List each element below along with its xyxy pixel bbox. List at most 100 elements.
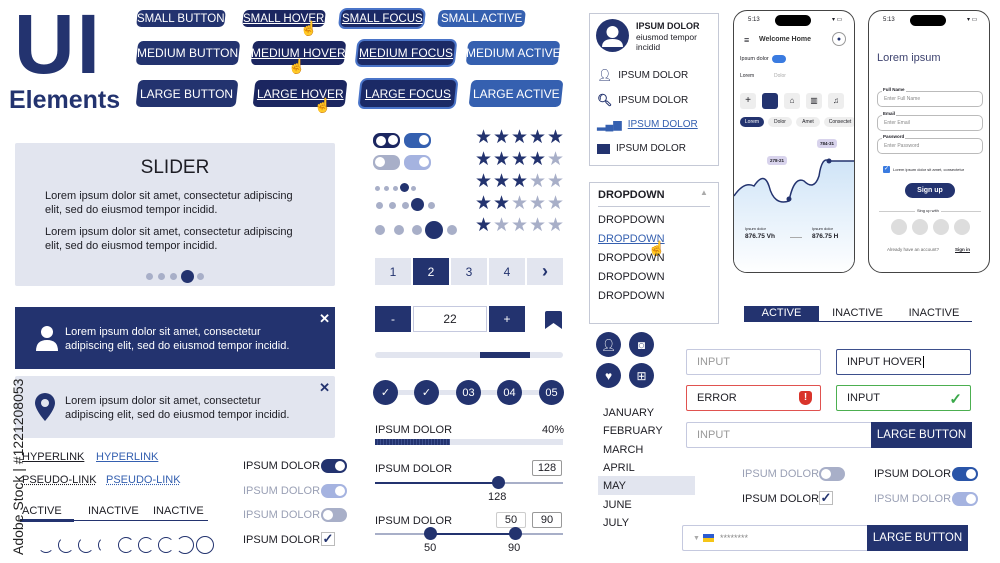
scrollbar-track[interactable] <box>375 352 563 358</box>
toggle-off-disabled[interactable] <box>321 508 347 522</box>
chip-active[interactable]: Lorem <box>740 117 764 127</box>
password-field[interactable]: Password Enter Password <box>877 134 983 154</box>
step[interactable]: 04 <box>497 380 522 405</box>
tab-inactive[interactable]: INACTIVE <box>88 505 139 517</box>
range-value-input[interactable]: 128 <box>532 460 562 476</box>
star-filled-icon[interactable]: ★ <box>493 150 510 169</box>
input-default[interactable]: INPUT <box>686 349 821 375</box>
star-filled-icon[interactable]: ★ <box>493 194 510 213</box>
pager-dot-active[interactable] <box>425 221 443 239</box>
pager-dot-active[interactable] <box>400 183 409 192</box>
menu-icon[interactable]: ≡ <box>744 35 749 45</box>
medium-active-button[interactable]: MEDIUM ACTIVE <box>466 41 560 65</box>
star-empty-icon[interactable]: ★ <box>493 216 510 235</box>
menu-item-search[interactable]: 🔍︎ IPSUM DOLOR <box>597 93 688 107</box>
input-error[interactable]: ERROR! <box>686 385 821 411</box>
grid-icon[interactable]: ⊞ <box>629 363 654 388</box>
star-filled-icon[interactable]: ★ <box>529 128 546 147</box>
hyperlink-active[interactable]: HYPERLINK <box>96 451 158 463</box>
toggle-on-disabled[interactable] <box>952 492 978 506</box>
checkbox-checked[interactable]: ✓ <box>321 532 335 546</box>
tab-inactive[interactable]: INACTIVE <box>819 306 896 321</box>
pager-dot[interactable] <box>411 186 416 191</box>
full-name-field[interactable]: Full Name Enter Full Name <box>877 87 983 107</box>
menu-item-mail[interactable]: IPSUM DOLOR <box>597 143 686 154</box>
pager-dot[interactable] <box>375 186 380 191</box>
sign-up-button[interactable]: Sign up <box>905 183 955 198</box>
large-active-button[interactable]: LARGE ACTIVE <box>468 80 564 107</box>
terms-checkbox[interactable]: ✓ <box>883 166 890 173</box>
star-filled-icon[interactable]: ★ <box>493 128 510 147</box>
slider-dot[interactable] <box>146 273 153 280</box>
phone-number-input[interactable]: ▼ ******** <box>682 525 868 551</box>
star-filled-icon[interactable]: ★ <box>511 150 528 169</box>
large-button[interactable]: LARGE BUTTON <box>871 422 972 448</box>
menu-item-profile[interactable]: 👤︎ IPSUM DOLOR <box>597 68 688 82</box>
camera-icon[interactable]: ◙ <box>629 332 654 357</box>
medium-focus-button[interactable]: MEDIUM FOCUS <box>356 41 456 65</box>
star-empty-icon[interactable]: ★ <box>547 216 564 235</box>
tab-active[interactable]: ACTIVE <box>744 306 819 321</box>
profile-avatar-icon[interactable]: ● <box>832 32 846 46</box>
star-filled-icon[interactable]: ★ <box>511 172 528 191</box>
pager-dot[interactable] <box>394 225 404 235</box>
star-filled-icon[interactable]: ★ <box>475 216 492 235</box>
dropdown-header[interactable]: DROPDOWN <box>598 189 665 201</box>
pseudo-link[interactable]: PSEUDO-LINK <box>22 474 97 486</box>
category-icon-active[interactable] <box>762 93 778 109</box>
small-active-button[interactable]: SMALL ACTIVE <box>437 10 526 27</box>
chevron-down-icon[interactable]: ▼ <box>693 535 700 542</box>
large-button[interactable]: LARGE BUTTON <box>867 525 968 551</box>
star-empty-icon[interactable]: ★ <box>529 172 546 191</box>
page-button[interactable]: 3 <box>451 258 487 285</box>
toggle-on-disabled[interactable] <box>404 155 431 170</box>
input-hover[interactable]: INPUT HOVER <box>836 349 971 375</box>
pager-dot[interactable] <box>447 225 457 235</box>
page-button-current[interactable]: 2 <box>413 258 449 285</box>
star-empty-icon[interactable]: ★ <box>529 194 546 213</box>
social-button[interactable] <box>891 219 907 235</box>
toggle-off-disabled[interactable] <box>373 155 400 170</box>
phone-tab[interactable]: Lorem <box>740 73 754 79</box>
pager-dot[interactable] <box>412 225 422 235</box>
tab-inactive[interactable]: INACTIVE <box>153 505 204 517</box>
month-item[interactable]: JULY <box>603 517 629 529</box>
social-button[interactable] <box>933 219 949 235</box>
pager-dot[interactable] <box>428 202 435 209</box>
tab-inactive[interactable]: INACTIVE <box>896 306 972 321</box>
menu-item-stats-active[interactable]: ▂▄▆ IPSUM DOLOR <box>597 118 698 131</box>
medium-button[interactable]: MEDIUM BUTTON <box>135 41 241 65</box>
next-page-button[interactable]: › <box>527 258 563 285</box>
star-filled-icon[interactable]: ★ <box>547 128 564 147</box>
month-item[interactable]: MARCH <box>603 444 643 456</box>
star-filled-icon[interactable]: ★ <box>493 172 510 191</box>
pager-dot[interactable] <box>402 202 409 209</box>
social-button[interactable] <box>954 219 970 235</box>
pager-dot[interactable] <box>393 186 398 191</box>
star-filled-icon[interactable]: ★ <box>529 150 546 169</box>
toggle-off-disabled[interactable] <box>819 467 845 481</box>
social-button[interactable] <box>912 219 928 235</box>
range-min-thumb[interactable] <box>424 527 437 540</box>
range-max-input[interactable]: 90 <box>532 512 562 528</box>
building-icon[interactable]: ▥ <box>806 93 822 109</box>
checkbox-checked[interactable]: ✓ <box>819 491 833 505</box>
star-filled-icon[interactable]: ★ <box>511 128 528 147</box>
hyperlink[interactable]: HYPERLINK <box>22 451 84 463</box>
scrollbar-thumb[interactable] <box>479 352 530 358</box>
small-button[interactable]: SMALL BUTTON <box>136 10 226 27</box>
range-max-thumb[interactable] <box>509 527 522 540</box>
star-filled-icon[interactable]: ★ <box>475 150 492 169</box>
star-empty-icon[interactable]: ★ <box>511 216 528 235</box>
dropdown-item[interactable]: DROPDOWN <box>598 271 665 283</box>
pager-dot[interactable] <box>376 202 383 209</box>
large-hover-button[interactable]: LARGE HOVER <box>252 80 348 107</box>
add-icon[interactable]: + <box>740 93 756 109</box>
close-icon[interactable]: ✕ <box>319 380 330 396</box>
slider-dot[interactable] <box>158 273 165 280</box>
star-filled-icon[interactable]: ★ <box>475 172 492 191</box>
step[interactable]: 03 <box>456 380 481 405</box>
pager-dot[interactable] <box>384 186 389 191</box>
quantity-input[interactable]: 22 <box>413 306 487 332</box>
range-thumb[interactable] <box>492 476 505 489</box>
